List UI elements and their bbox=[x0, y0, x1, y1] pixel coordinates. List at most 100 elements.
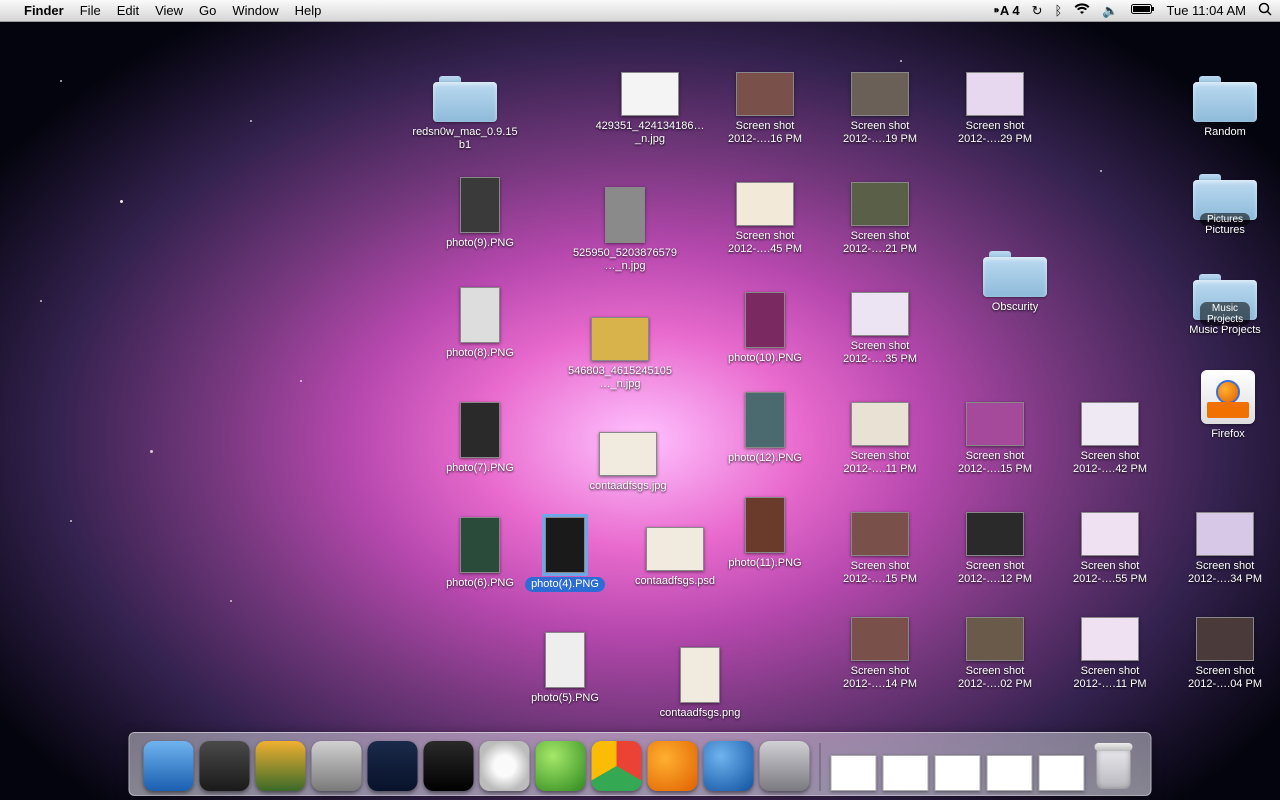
icon-label: Screen shot 2012-….15 PM bbox=[945, 450, 1045, 476]
dock-minimized-min-window-3[interactable] bbox=[935, 755, 981, 791]
desktop-icon-ss-45pm[interactable]: Screen shot 2012-….45 PM bbox=[715, 182, 815, 256]
icon-label: Screen shot 2012-….21 PM bbox=[830, 230, 930, 256]
dock-app-chrome[interactable] bbox=[592, 741, 642, 791]
icon-label: Screen shot 2012-….16 PM bbox=[715, 120, 815, 146]
image-thumb bbox=[460, 177, 500, 233]
desktop-icon-obscurity[interactable]: Obscurity bbox=[965, 247, 1065, 314]
desktop-icon-ss-11pm-b[interactable]: Screen shot 2012-….11 PM bbox=[1060, 617, 1160, 691]
desktop-icon-firefox-disk[interactable]: Firefox bbox=[1178, 370, 1278, 441]
image-thumb bbox=[851, 402, 909, 446]
desktop-icon-ss-02pm[interactable]: Screen shot 2012-….02 PM bbox=[945, 617, 1045, 691]
desktop-icon-ss-16pm[interactable]: Screen shot 2012-….16 PM bbox=[715, 72, 815, 146]
adobe-status-icon[interactable]: ⁍A 4 bbox=[993, 3, 1019, 19]
dock-app-system-prefs[interactable] bbox=[760, 741, 810, 791]
desktop-icon-ss-15pm-b[interactable]: Screen shot 2012-….15 PM bbox=[830, 512, 930, 586]
desktop-icon-photo8[interactable]: photo(8).PNG bbox=[430, 287, 530, 360]
desktop-icon-ss-35pm[interactable]: Screen shot 2012-….35 PM bbox=[830, 292, 930, 366]
timemachine-icon[interactable]: ↻ bbox=[1032, 3, 1043, 19]
icon-label: photo(12).PNG bbox=[728, 452, 802, 465]
desktop-icon-contaad-psd[interactable]: contaadfsgs.psd bbox=[625, 527, 725, 588]
icon-label: 525950_5203876579…_n.jpg bbox=[570, 247, 680, 273]
clock[interactable]: Tue 11:04 AM bbox=[1167, 3, 1247, 18]
image-thumb bbox=[646, 527, 704, 571]
image-thumb bbox=[851, 617, 909, 661]
desktop-icon-ss-15pm-a[interactable]: Screen shot 2012-….15 PM bbox=[945, 402, 1045, 476]
desktop-icon-pictures[interactable]: PicturesPictures bbox=[1175, 170, 1275, 237]
desktop-icon-ss-21pm[interactable]: Screen shot 2012-….21 PM bbox=[830, 182, 930, 256]
desktop-icon-546803[interactable]: 546803_4615245105…_n.jpg bbox=[570, 317, 670, 391]
icon-label: Screen shot 2012-….19 PM bbox=[830, 120, 930, 146]
bluetooth-icon[interactable]: ᛒ bbox=[1055, 3, 1063, 18]
dock-app-final-cut[interactable] bbox=[312, 741, 362, 791]
dock-trash[interactable] bbox=[1091, 741, 1137, 791]
icon-label: Screen shot 2012-….29 PM bbox=[945, 120, 1045, 146]
dock-app-itunes[interactable] bbox=[704, 741, 754, 791]
desktop-icon-photo12[interactable]: photo(12).PNG bbox=[715, 392, 815, 465]
folder-badge: Pictures bbox=[1200, 213, 1250, 226]
desktop-icon-ss-04pm[interactable]: Screen shot 2012-….04 PM bbox=[1175, 617, 1275, 691]
desktop-icon-ss-12pm[interactable]: Screen shot 2012-….12 PM bbox=[945, 512, 1045, 586]
dock-minimized-min-window-1[interactable] bbox=[831, 755, 877, 791]
dock-app-iphoto[interactable] bbox=[256, 741, 306, 791]
dock-minimized-min-window-4[interactable] bbox=[987, 755, 1033, 791]
dock bbox=[129, 732, 1152, 796]
dock-app-finder[interactable] bbox=[144, 741, 194, 791]
spotlight-icon[interactable] bbox=[1258, 2, 1272, 19]
desktop-icon-photo10[interactable]: photo(10).PNG bbox=[715, 292, 815, 365]
desktop-icon-redsn0w[interactable]: redsn0w_mac_0.9.15b1 bbox=[415, 72, 515, 152]
image-thumb bbox=[605, 187, 645, 243]
desktop-icon-photo11[interactable]: photo(11).PNG bbox=[715, 497, 815, 570]
desktop-icon-random[interactable]: Random bbox=[1175, 72, 1275, 139]
desktop-icon-ss-14pm[interactable]: Screen shot 2012-….14 PM bbox=[830, 617, 930, 691]
dock-minimized-min-window-2[interactable] bbox=[883, 755, 929, 791]
desktop-icon-music-proj[interactable]: Music ProjectsMusic Projects bbox=[1175, 270, 1275, 337]
dock-app-spotify[interactable] bbox=[536, 741, 586, 791]
volume-icon[interactable]: 🔈 bbox=[1102, 3, 1118, 19]
desktop-icon-contaad-jpg[interactable]: contaadfsgs.jpg bbox=[578, 432, 678, 493]
dock-app-ableton-live[interactable] bbox=[424, 741, 474, 791]
app-name[interactable]: Finder bbox=[24, 3, 64, 18]
desktop[interactable]: redsn0w_mac_0.9.15b1 429351_424134186…_n.… bbox=[0, 22, 1280, 800]
folder-icon bbox=[433, 72, 497, 122]
icon-label: Firefox bbox=[1211, 428, 1245, 441]
dock-app-steam[interactable] bbox=[200, 741, 250, 791]
icon-label: photo(7).PNG bbox=[446, 462, 514, 475]
desktop-icon-photo9[interactable]: photo(9).PNG bbox=[430, 177, 530, 250]
icon-label: contaadfsgs.psd bbox=[635, 575, 715, 588]
desktop-icon-contaad-png[interactable]: contaadfsgs.png bbox=[650, 647, 750, 720]
image-thumb bbox=[745, 392, 785, 448]
desktop-icon-525950[interactable]: 525950_5203876579…_n.jpg bbox=[575, 187, 675, 273]
menu-view[interactable]: View bbox=[155, 3, 183, 18]
icon-label: Screen shot 2012-….02 PM bbox=[945, 665, 1045, 691]
desktop-icon-ss-34pm[interactable]: Screen shot 2012-….34 PM bbox=[1175, 512, 1275, 586]
icon-label: Random bbox=[1204, 126, 1246, 139]
dock-app-photoshop[interactable] bbox=[368, 741, 418, 791]
menu-edit[interactable]: Edit bbox=[117, 3, 139, 18]
desktop-icon-ss-19pm[interactable]: Screen shot 2012-….19 PM bbox=[830, 72, 930, 146]
desktop-icon-photo7[interactable]: photo(7).PNG bbox=[430, 402, 530, 475]
battery-icon[interactable] bbox=[1131, 3, 1155, 18]
desktop-icon-429351[interactable]: 429351_424134186…_n.jpg bbox=[600, 72, 700, 146]
desktop-icon-ss-11pm-a[interactable]: Screen shot 2012-….11 PM bbox=[830, 402, 930, 476]
image-thumb bbox=[736, 72, 794, 116]
icon-label: Screen shot 2012-….12 PM bbox=[945, 560, 1045, 586]
folder-badge: Music Projects bbox=[1200, 302, 1250, 326]
menu-help[interactable]: Help bbox=[295, 3, 322, 18]
desktop-icon-photo5[interactable]: photo(5).PNG bbox=[515, 632, 615, 705]
desktop-icon-ss-29pm[interactable]: Screen shot 2012-….29 PM bbox=[945, 72, 1045, 146]
image-thumb bbox=[1196, 617, 1254, 661]
desktop-icon-ss-55pm[interactable]: Screen shot 2012-….55 PM bbox=[1060, 512, 1160, 586]
icon-label: photo(5).PNG bbox=[531, 692, 599, 705]
wifi-icon[interactable] bbox=[1074, 3, 1090, 18]
dock-app-firefox[interactable] bbox=[648, 741, 698, 791]
menu-file[interactable]: File bbox=[80, 3, 101, 18]
desktop-icon-photo4[interactable]: photo(4).PNG bbox=[515, 517, 615, 592]
dock-app-disc-max[interactable] bbox=[480, 741, 530, 791]
menu-window[interactable]: Window bbox=[232, 3, 278, 18]
icon-label: Screen shot 2012-….35 PM bbox=[830, 340, 930, 366]
image-thumb bbox=[545, 632, 585, 688]
dock-minimized-min-window-5[interactable] bbox=[1039, 755, 1085, 791]
menubar: Finder File Edit View Go Window Help ⁍A … bbox=[0, 0, 1280, 22]
menu-go[interactable]: Go bbox=[199, 3, 216, 18]
desktop-icon-ss-42pm[interactable]: Screen shot 2012-….42 PM bbox=[1060, 402, 1160, 476]
